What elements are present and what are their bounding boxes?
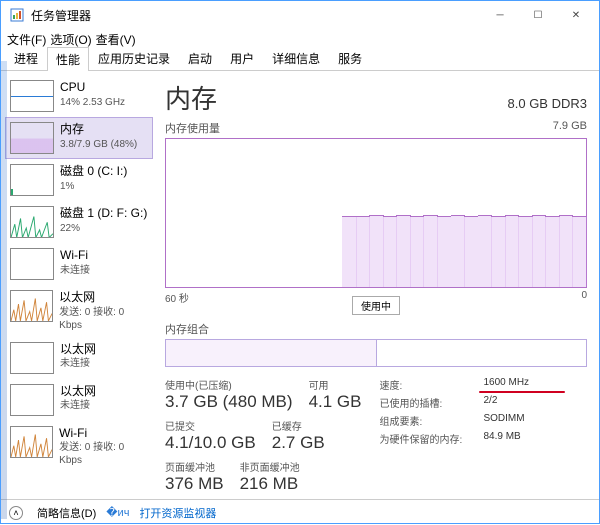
memory-slots [165,339,587,367]
tab-1[interactable]: 性能 [47,47,89,71]
stats-right: 速度:1600 MHz 已使用的插槽:2/2 组成要素:SODIMM 为硬件保留的内存… [379,377,529,499]
stats-left: 使用中(已压缩)3.7 GB (480 MB) 可用4.1 GB 已提交4.1/10… [165,377,361,499]
stat-row: 已使用的插槽:2/2 [379,395,529,410]
sidebar-item-sub: 未连接 [60,399,96,412]
memory-chart [165,138,587,288]
stat-cell: 已缓存2.7 GB [272,418,325,453]
sidebar-item-wifi[interactable]: Wi-Fi未连接 [5,243,153,285]
stat-row: 组成要素:SODIMM [379,413,529,428]
sidebar-item-title: Wi-Fi [59,426,148,442]
sidebar-item-sub: 14% 2.53 GHz [60,96,125,109]
sidebar-item-title: CPU [60,80,125,96]
less-details[interactable]: 简略信息(D) [37,505,96,521]
sidebar: CPU14% 2.53 GHz内存3.8/7.9 GB (48%)磁盘 0 (C… [1,71,153,499]
stat-cell: 可用4.1 GB [309,377,362,412]
thumb-wifi [10,248,54,280]
sidebar-item-sub: 未连接 [60,357,96,370]
sidebar-item-sub: 22% [60,222,147,235]
sidebar-item-cpu[interactable]: CPU14% 2.53 GHz [5,75,153,117]
sidebar-item-sub: 1% [60,180,127,193]
tab-6[interactable]: 服务 [329,46,371,70]
main-panel: 内存 8.0 GB DDR3 内存使用量 7.9 GB 60 秒 0 使用中 内… [153,71,599,499]
sidebar-item-sub: 未连接 [60,264,90,277]
sidebar-item-disk[interactable]: 磁盘 0 (C: I:)1% [5,159,153,201]
chart-max: 7.9 GB [553,120,587,136]
open-resmon-link[interactable]: 打开资源监视器 [139,505,216,521]
resmon-icon: �ич [106,506,129,519]
sidebar-item-title: 以太网 [59,290,148,306]
stat-cell: 已提交4.1/10.0 GB [165,418,256,453]
tabs: 进程性能应用历史记录启动用户详细信息服务 [1,49,599,71]
sidebar-item-title: 磁盘 1 (D: F: G:) [60,206,147,222]
maximize-button[interactable]: ☐ [519,4,557,26]
slots-label: 内存组合 [165,321,587,337]
stat-row: 为硬件保留的内存:84.9 MB [379,431,529,446]
slot-1 [166,340,377,366]
chart-label: 内存使用量 [165,120,220,136]
stat-row: 速度:1600 MHz [379,377,529,392]
tab-0[interactable]: 进程 [5,46,47,70]
sidebar-item-title: 以太网 [60,342,96,358]
sidebar-item-title: 内存 [60,122,137,138]
thumb-eth3 [10,384,54,416]
menu-file[interactable]: 文件(F) [7,31,46,48]
sidebar-item-eth[interactable]: 以太网发送: 0 接收: 0 Kbps [5,285,153,337]
bottom-bar: ˄ 简略信息(D) �ич 打开资源监视器 [1,499,599,525]
thumb-eth2 [10,342,54,374]
page-title: 内存 [165,79,217,116]
thumb-wifi2 [10,426,53,458]
thumb-cpu [10,80,54,112]
chart-mid-label: 使用中 [352,296,400,315]
stat-cell: 非页面缓冲池216 MB [240,459,300,494]
window-title: 任务管理器 [31,7,91,24]
menu-view[interactable]: 查看(V) [96,31,136,48]
sidebar-item-wifi2[interactable]: Wi-Fi发送: 0 接收: 0 Kbps [5,421,153,473]
menu-options[interactable]: 选项(O) [50,31,91,48]
sidebar-item-mem[interactable]: 内存3.8/7.9 GB (48%) [5,117,153,159]
close-button[interactable]: ✕ [557,4,595,26]
sidebar-item-sub: 发送: 0 接收: 0 Kbps [59,441,148,467]
minimize-button[interactable]: ─ [481,4,519,26]
thumb-eth [10,290,53,322]
thumb-disk2 [10,206,54,238]
tab-3[interactable]: 启动 [179,46,221,70]
app-icon [9,7,25,23]
sidebar-item-disk2[interactable]: 磁盘 1 (D: F: G:)22% [5,201,153,243]
sidebar-item-sub: 发送: 0 接收: 0 Kbps [59,306,148,332]
thumb-disk [10,164,54,196]
sidebar-item-eth2[interactable]: 以太网未连接 [5,337,153,379]
tab-5[interactable]: 详细信息 [263,46,329,70]
titlebar: 任务管理器 ─ ☐ ✕ [1,1,599,29]
tab-4[interactable]: 用户 [221,46,263,70]
sidebar-item-title: Wi-Fi [60,248,90,264]
sidebar-item-title: 以太网 [60,384,96,400]
sidebar-item-eth3[interactable]: 以太网未连接 [5,379,153,421]
slot-2 [377,340,587,366]
page-subtitle: 8.0 GB DDR3 [508,96,587,111]
tab-2[interactable]: 应用历史记录 [89,46,179,70]
stat-cell: 使用中(已压缩)3.7 GB (480 MB) [165,377,293,412]
sidebar-item-title: 磁盘 0 (C: I:) [60,164,127,180]
stat-cell: 页面缓冲池376 MB [165,459,224,494]
thumb-mem [10,122,54,154]
collapse-icon[interactable]: ˄ [9,506,23,520]
sidebar-item-sub: 3.8/7.9 GB (48%) [60,138,137,151]
